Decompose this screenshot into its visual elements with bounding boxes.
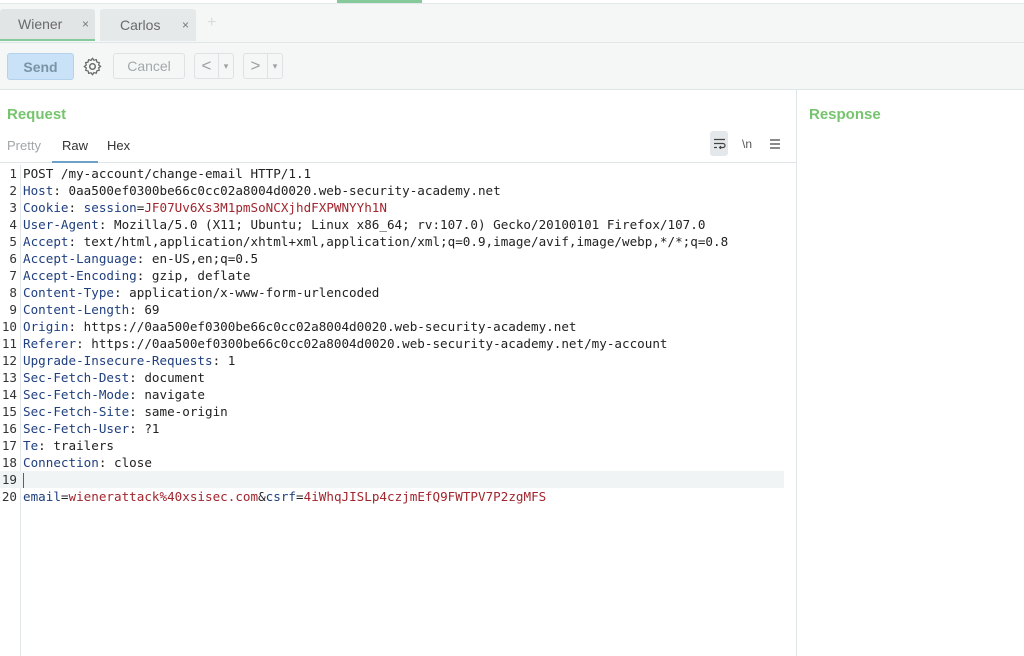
header-line: 16 Sec-Fetch-User: ?1 <box>1 421 160 436</box>
header-line: 2 Host: 0aa500ef0300be66c0cc02a8004d0020.… <box>9 183 501 198</box>
request-view-tabs: Pretty Raw Hex <box>0 133 796 163</box>
request-title: Request <box>7 106 67 123</box>
tab-label: Wiener <box>18 16 63 32</box>
request-editor[interactable]: 1 POST /my-account/change-email HTTP/1.1 … <box>0 165 796 656</box>
chevron-left-icon: < <box>195 54 219 78</box>
cookie-line: 3 Cookie: session=JF07Uv6Xs3M1pmSoNCXjhdF… <box>9 200 387 215</box>
header-line: 18 Connection: close <box>1 455 152 470</box>
tab-hex[interactable]: Hex <box>107 138 130 163</box>
send-button[interactable]: Send <box>7 53 74 80</box>
wrap-icon[interactable] <box>710 131 728 156</box>
forward-button[interactable]: > ▾ <box>243 53 283 79</box>
body-line: 20 email=wienerattack%40xsisec.com&csrf=4… <box>1 489 547 504</box>
toolbar: Send Cancel < ▾ > ▾ <box>0 43 1024 90</box>
newline-toggle[interactable]: \n <box>738 131 756 156</box>
response-title: Response <box>809 106 881 123</box>
header-line: 11 Referer: https://0aa500ef0300be66c0cc0… <box>1 336 668 351</box>
tab-label: Carlos <box>120 17 161 33</box>
text-caret <box>23 473 24 488</box>
menu-icon[interactable] <box>766 131 784 156</box>
response-panel: Response <box>797 90 1024 656</box>
header-line: 17 Te: trailers <box>1 438 115 453</box>
chevron-down-icon[interactable]: ▾ <box>268 61 282 72</box>
close-icon[interactable]: × <box>182 18 189 32</box>
header-line: 14 Sec-Fetch-Mode: navigate <box>1 387 205 402</box>
header-line: 5 Accept: text/html,application/xhtml+xml… <box>9 234 729 249</box>
close-icon[interactable]: × <box>82 17 89 31</box>
tab-wiener[interactable]: Wiener × <box>0 9 95 41</box>
tab-carlos[interactable]: Carlos × <box>100 9 196 41</box>
header-line: 12 Upgrade-Insecure-Requests: 1 <box>1 353 236 368</box>
request-line: 1 POST /my-account/change-email HTTP/1.1 <box>9 166 312 181</box>
header-line: 15 Sec-Fetch-Site: same-origin <box>1 404 228 419</box>
gear-icon[interactable] <box>82 56 103 77</box>
back-button[interactable]: < ▾ <box>194 53 234 79</box>
cancel-button[interactable]: Cancel <box>113 53 185 79</box>
header-line: 7 Accept-Encoding: gzip, deflate <box>9 268 251 283</box>
header-line: 4 User-Agent: Mozilla/5.0 (X11; Ubuntu; L… <box>9 217 706 232</box>
top-accent-bar <box>337 0 422 3</box>
cursor-line: 19 <box>0 471 784 488</box>
header-line: 13 Sec-Fetch-Dest: document <box>1 370 205 385</box>
tab-bar: Wiener × Carlos × + <box>0 4 1024 43</box>
chevron-right-icon: > <box>244 54 268 78</box>
header-line: 10 Origin: https://0aa500ef0300be66c0cc02… <box>1 319 577 334</box>
request-panel: Request Pretty Raw Hex \n 1 POST /my-acco… <box>0 90 797 656</box>
tab-raw[interactable]: Raw <box>52 138 99 163</box>
header-line: 8 Content-Type: application/x-www-form-ur… <box>9 285 380 300</box>
add-tab-icon[interactable]: + <box>207 14 216 32</box>
chevron-down-icon[interactable]: ▾ <box>219 61 233 72</box>
tab-pretty[interactable]: Pretty <box>7 138 41 163</box>
header-line: 6 Accept-Language: en-US,en;q=0.5 <box>9 251 259 266</box>
header-line: 9 Content-Length: 69 <box>9 302 160 317</box>
